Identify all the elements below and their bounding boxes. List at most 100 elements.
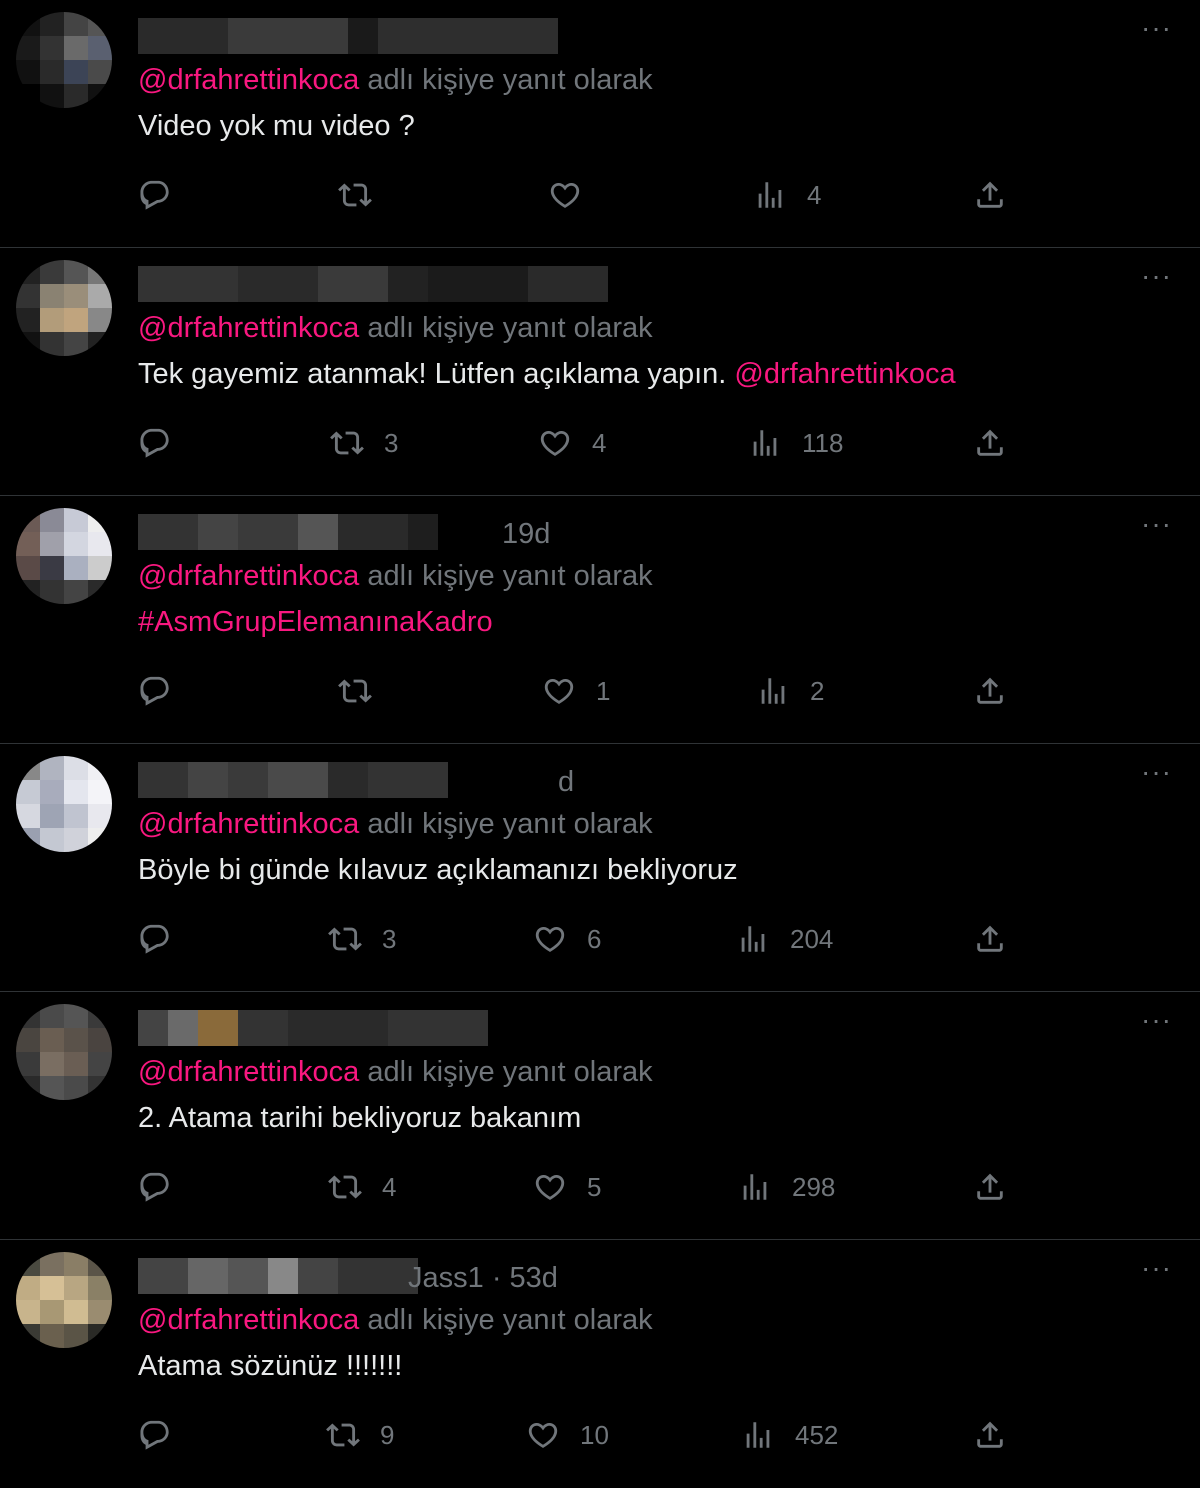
more-options-icon[interactable]: ··· (1141, 510, 1172, 538)
tweet[interactable]: ··· @drfahrettinkoca adlı kişiye yanıt o… (0, 992, 1200, 1240)
retweet-button[interactable] (338, 170, 392, 220)
tweet[interactable]: 19d ··· @drfahrettinkoca adlı kişiye yan… (0, 496, 1200, 744)
reply-context: @drfahrettinkoca adlı kişiye yanıt olara… (138, 1056, 653, 1089)
reply-mention-link[interactable]: @drfahrettinkoca (138, 1304, 359, 1336)
more-options-icon[interactable]: ··· (1141, 262, 1172, 290)
share-icon (973, 922, 1007, 956)
reply-button[interactable] (138, 1162, 192, 1212)
tweet[interactable]: Jass1 · 53d ··· @drfahrettinkoca adlı ki… (0, 1240, 1200, 1488)
heart-icon (533, 922, 567, 956)
reply-button[interactable] (138, 170, 192, 220)
avatar-pixel (16, 60, 40, 84)
reply-mention-link[interactable]: @drfahrettinkoca (138, 560, 359, 592)
views-button[interactable]: 118 (748, 418, 843, 468)
retweet-button[interactable]: 3 (328, 914, 396, 964)
name-blur-block (368, 762, 448, 798)
avatar[interactable] (16, 756, 112, 852)
retweet-icon (338, 674, 372, 708)
avatar-pixel (88, 1300, 112, 1324)
name-blur-block (378, 18, 558, 54)
share-button[interactable] (973, 914, 1007, 964)
like-count: 10 (580, 1419, 609, 1450)
like-button[interactable]: 5 (533, 1162, 601, 1212)
avatar-pixel (88, 828, 112, 852)
share-button[interactable] (973, 1410, 1007, 1460)
display-name-blurred[interactable] (138, 266, 608, 302)
avatar-pixel (64, 804, 88, 828)
more-options-icon[interactable]: ··· (1141, 14, 1172, 42)
avatar-pixel (88, 1004, 112, 1028)
reply-mention-link[interactable]: @drfahrettinkoca (138, 1056, 359, 1088)
name-blur-block (138, 1258, 188, 1294)
tweet-text-link[interactable]: #AsmGrupElemanınaKadro (138, 606, 493, 638)
tweet[interactable]: d ··· @drfahrettinkoca adlı kişiye yanıt… (0, 744, 1200, 992)
like-button[interactable]: 10 (526, 1410, 609, 1460)
avatar[interactable] (16, 260, 112, 356)
avatar-pixel (64, 1252, 88, 1276)
share-icon (973, 1418, 1007, 1452)
reply-mention-link[interactable]: @drfahrettinkoca (138, 808, 359, 840)
views-button[interactable]: 452 (741, 1410, 838, 1460)
avatar-pixel (88, 308, 112, 332)
reply-button[interactable] (138, 418, 192, 468)
avatar-pixel (64, 532, 88, 556)
display-name-blurred[interactable] (138, 1010, 488, 1046)
tweet[interactable]: ··· @drfahrettinkoca adlı kişiye yanıt o… (0, 248, 1200, 496)
avatar-pixel (16, 780, 40, 804)
share-icon (973, 674, 1007, 708)
more-options-icon[interactable]: ··· (1141, 1254, 1172, 1282)
like-button[interactable]: 4 (538, 418, 606, 468)
retweet-button[interactable]: 9 (326, 1410, 394, 1460)
share-button[interactable] (973, 666, 1007, 716)
avatar[interactable] (16, 1252, 112, 1348)
name-blur-block (388, 1010, 488, 1046)
avatar-pixel (16, 1076, 40, 1100)
avatar-pixel (64, 1004, 88, 1028)
share-button[interactable] (973, 418, 1007, 468)
views-button[interactable]: 298 (738, 1162, 835, 1212)
avatar-pixel (88, 36, 112, 60)
display-name-blurred[interactable] (138, 762, 448, 798)
tweet[interactable]: ··· @drfahrettinkoca adlı kişiye yanıt o… (0, 0, 1200, 248)
share-button[interactable] (973, 1162, 1007, 1212)
reply-context: @drfahrettinkoca adlı kişiye yanıt olara… (138, 64, 653, 97)
reply-context-label: adlı kişiye yanıt olarak (359, 1304, 653, 1336)
more-options-icon[interactable]: ··· (1141, 758, 1172, 786)
tweet-text: Tek gayemiz atanmak! Lütfen açıklama yap… (138, 358, 956, 391)
views-button[interactable]: 2 (756, 666, 824, 716)
like-button[interactable]: 1 (542, 666, 610, 716)
reply-mention-link[interactable]: @drfahrettinkoca (138, 312, 359, 344)
avatar-pixel (16, 756, 40, 780)
reply-icon (138, 1170, 172, 1204)
name-blur-block (268, 1258, 298, 1294)
reply-mention-link[interactable]: @drfahrettinkoca (138, 64, 359, 96)
avatar-pixel (64, 1076, 88, 1100)
avatar-pixel (88, 84, 112, 108)
avatar[interactable] (16, 1004, 112, 1100)
avatar[interactable] (16, 508, 112, 604)
like-button[interactable]: 6 (533, 914, 601, 964)
retweet-button[interactable] (338, 666, 392, 716)
avatar[interactable] (16, 12, 112, 108)
view-count: 4 (807, 179, 822, 210)
retweet-button[interactable]: 3 (330, 418, 398, 468)
views-button[interactable]: 4 (753, 170, 821, 220)
display-name-blurred[interactable] (138, 514, 438, 550)
more-options-icon[interactable]: ··· (1141, 1006, 1172, 1034)
display-name-blurred[interactable] (138, 18, 558, 54)
avatar-pixel (64, 60, 88, 84)
tweet-text-link[interactable]: @drfahrettinkoca (734, 358, 955, 390)
avatar-pixel (40, 12, 64, 36)
reply-button[interactable] (138, 666, 192, 716)
views-button[interactable]: 204 (736, 914, 833, 964)
name-blur-block (288, 1010, 388, 1046)
reply-context-label: adlı kişiye yanıt olarak (359, 64, 653, 96)
reply-button[interactable] (138, 1410, 192, 1460)
reply-button[interactable] (138, 914, 192, 964)
display-name-blurred[interactable] (138, 1258, 418, 1294)
share-button[interactable] (973, 170, 1007, 220)
tweet-text: Atama sözünüz !!!!!!! (138, 1350, 402, 1383)
like-button[interactable] (548, 170, 602, 220)
analytics-icon (738, 1170, 772, 1204)
retweet-button[interactable]: 4 (328, 1162, 396, 1212)
